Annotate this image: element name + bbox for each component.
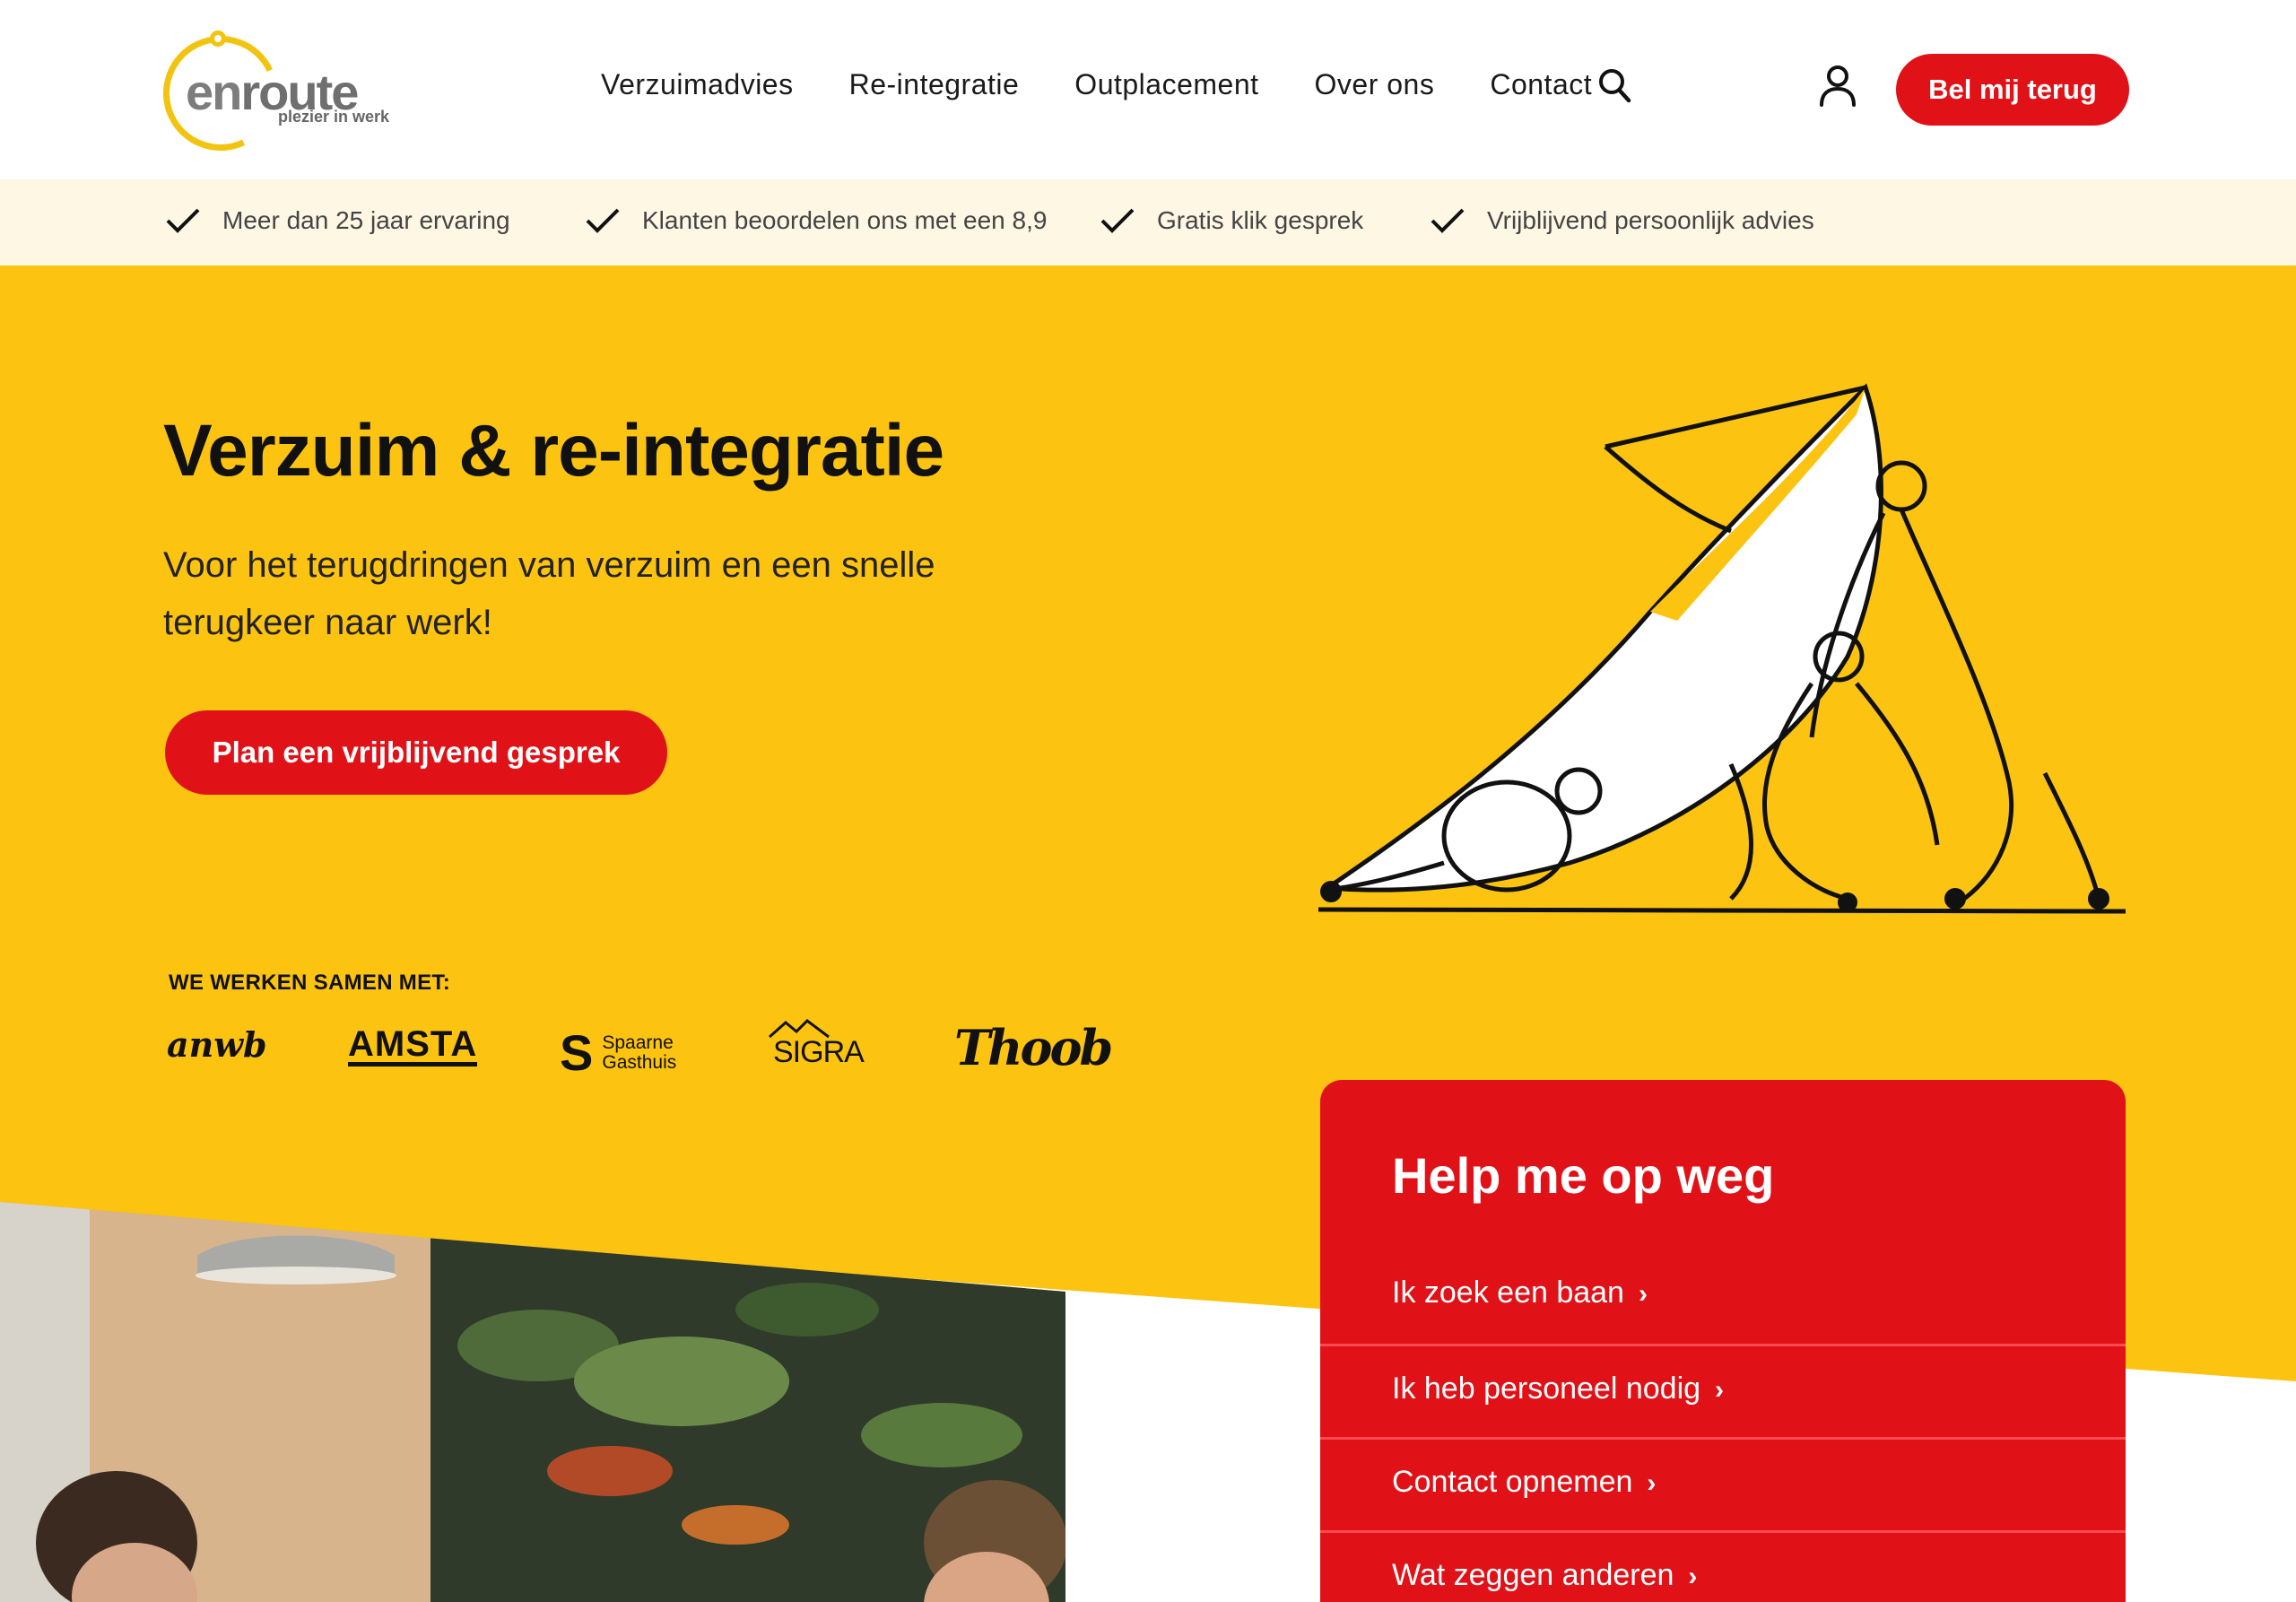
help-link-label: Ik heb personeel nodig › <box>1392 1371 1724 1406</box>
logo-dot <box>210 30 226 47</box>
spaarne-text: Spaarne Gasthuis <box>602 1033 676 1073</box>
hero-title: Verzuim & re-integratie <box>163 410 944 492</box>
help-link-personeel[interactable]: Ik heb personeel nodig › <box>1320 1344 2126 1437</box>
logo-tagline: plezier in werk <box>278 108 390 126</box>
help-link-contact[interactable]: Contact opnemen › <box>1320 1437 2126 1530</box>
search-icon[interactable] <box>1598 68 1632 104</box>
usp-text: Klanten beoordelen ons met een 8,9 <box>642 206 1048 234</box>
partner-logo-thoob[interactable]: Thoob <box>954 1019 1113 1076</box>
partners-label: WE WERKEN SAMEN MET: <box>169 971 450 995</box>
hero-illustration <box>1318 383 2126 914</box>
chevron-right-icon: › <box>1688 1562 1698 1591</box>
help-title: Help me op weg <box>1392 1147 1775 1204</box>
help-link-label: Wat zeggen anderen › <box>1392 1558 1697 1593</box>
spaarne-mark: S <box>560 1024 594 1081</box>
help-link-text: Contact opnemen <box>1392 1465 1633 1499</box>
partner-logo-spaarne-gasthuis[interactable]: S Spaarne Gasthuis <box>560 1028 676 1078</box>
plan-gesprek-button[interactable]: Plan een vrijblijvend gesprek <box>165 710 667 795</box>
office-photo <box>0 1202 1065 1602</box>
spaarne-line1: Spaarne <box>602 1032 674 1053</box>
usp-item: Vrijblijvend persoonlijk advies <box>1430 206 1814 235</box>
site-header: enroute plezier in werk Verzuimadvies Re… <box>0 0 2296 179</box>
check-icon <box>586 208 620 233</box>
help-link-text: Ik zoek een baan <box>1392 1276 1624 1310</box>
usp-text: Meer dan 25 jaar ervaring <box>222 206 510 234</box>
partner-logo-amsta[interactable]: AMSTA <box>348 1026 478 1067</box>
usp-bar: Meer dan 25 jaar ervaring Klanten beoord… <box>0 179 2296 266</box>
callback-button[interactable]: Bel mij terug <box>1896 54 2129 126</box>
partner-logo-anwb[interactable]: anwb <box>167 1024 267 1065</box>
check-icon <box>1431 208 1465 233</box>
help-link-label: Ik zoek een baan › <box>1392 1276 1648 1310</box>
nav-over-ons[interactable]: Over ons <box>1315 68 1435 101</box>
help-card: Help me op weg Ik zoek een baan › Ik heb … <box>1320 1080 2126 1602</box>
nav-contact[interactable]: Contact <box>1490 68 1592 101</box>
main-nav: Verzuimadvies Re-integratie Outplacement… <box>601 68 1648 101</box>
usp-item: Meer dan 25 jaar ervaring <box>165 206 510 235</box>
hero-subtitle: Voor het terugdringen van verzuim en een… <box>163 545 935 642</box>
help-link-baan[interactable]: Ik zoek een baan › <box>1320 1250 2126 1344</box>
usp-item: Gratis klik gesprek <box>1100 206 1363 235</box>
nav-verzuimadvies[interactable]: Verzuimadvies <box>601 68 794 101</box>
usp-text: Vrijblijvend persoonlijk advies <box>1487 206 1814 234</box>
check-icon <box>166 208 200 233</box>
check-icon <box>1100 208 1135 233</box>
help-link-reviews[interactable]: Wat zeggen anderen › <box>1320 1530 2126 1602</box>
chevron-right-icon: › <box>1647 1468 1657 1498</box>
usp-text: Gratis klik gesprek <box>1157 206 1364 234</box>
chevron-right-icon: › <box>1638 1279 1648 1309</box>
sigra-text: SIGRA <box>773 1035 865 1069</box>
help-link-text: Wat zeggen anderen <box>1392 1558 1674 1592</box>
nav-re-integratie[interactable]: Re-integratie <box>849 68 1020 101</box>
user-icon[interactable] <box>1819 65 1857 108</box>
spaarne-line2: Gasthuis <box>602 1052 677 1073</box>
chevron-right-icon: › <box>1715 1375 1725 1405</box>
nav-outplacement[interactable]: Outplacement <box>1074 68 1258 101</box>
partner-logo-sigra[interactable]: SIGRA <box>769 1019 865 1069</box>
enroute-logo[interactable]: enroute plezier in werk <box>146 19 405 168</box>
logo-word-en: en <box>186 64 242 120</box>
usp-item: Klanten beoordelen ons met een 8,9 <box>585 206 1047 235</box>
help-link-text: Ik heb personeel nodig <box>1392 1371 1701 1406</box>
help-link-label: Contact opnemen › <box>1392 1465 1656 1500</box>
